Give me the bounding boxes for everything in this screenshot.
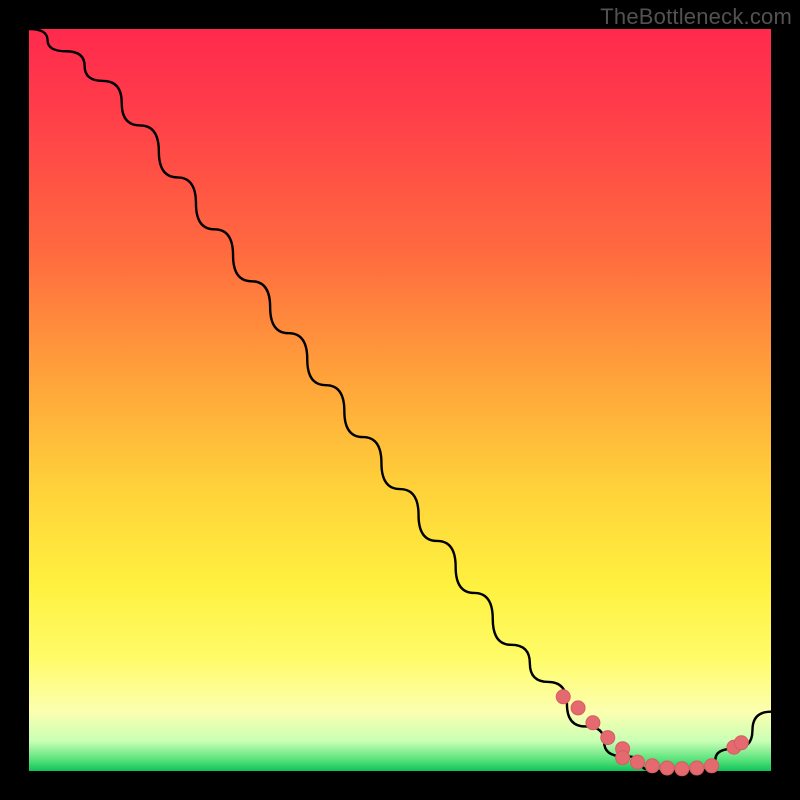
marker-dot	[675, 762, 689, 776]
marker-dot	[645, 759, 659, 773]
marker-dot	[616, 751, 630, 765]
marker-dot	[571, 701, 585, 715]
curve-line	[29, 29, 771, 771]
curve-svg	[29, 29, 771, 771]
marker-dot	[601, 731, 615, 745]
marker-dot	[586, 716, 600, 730]
marker-dot	[705, 759, 719, 773]
plot-area	[29, 29, 771, 771]
bottleneck-curve	[29, 29, 771, 771]
chart-frame: TheBottleneck.com	[0, 0, 800, 800]
watermark-text: TheBottleneck.com	[600, 4, 792, 30]
marker-dot	[630, 755, 644, 769]
curve-markers	[556, 690, 748, 776]
marker-dot	[660, 761, 674, 775]
marker-dot	[556, 690, 570, 704]
marker-dot	[734, 736, 748, 750]
marker-dot	[690, 761, 704, 775]
